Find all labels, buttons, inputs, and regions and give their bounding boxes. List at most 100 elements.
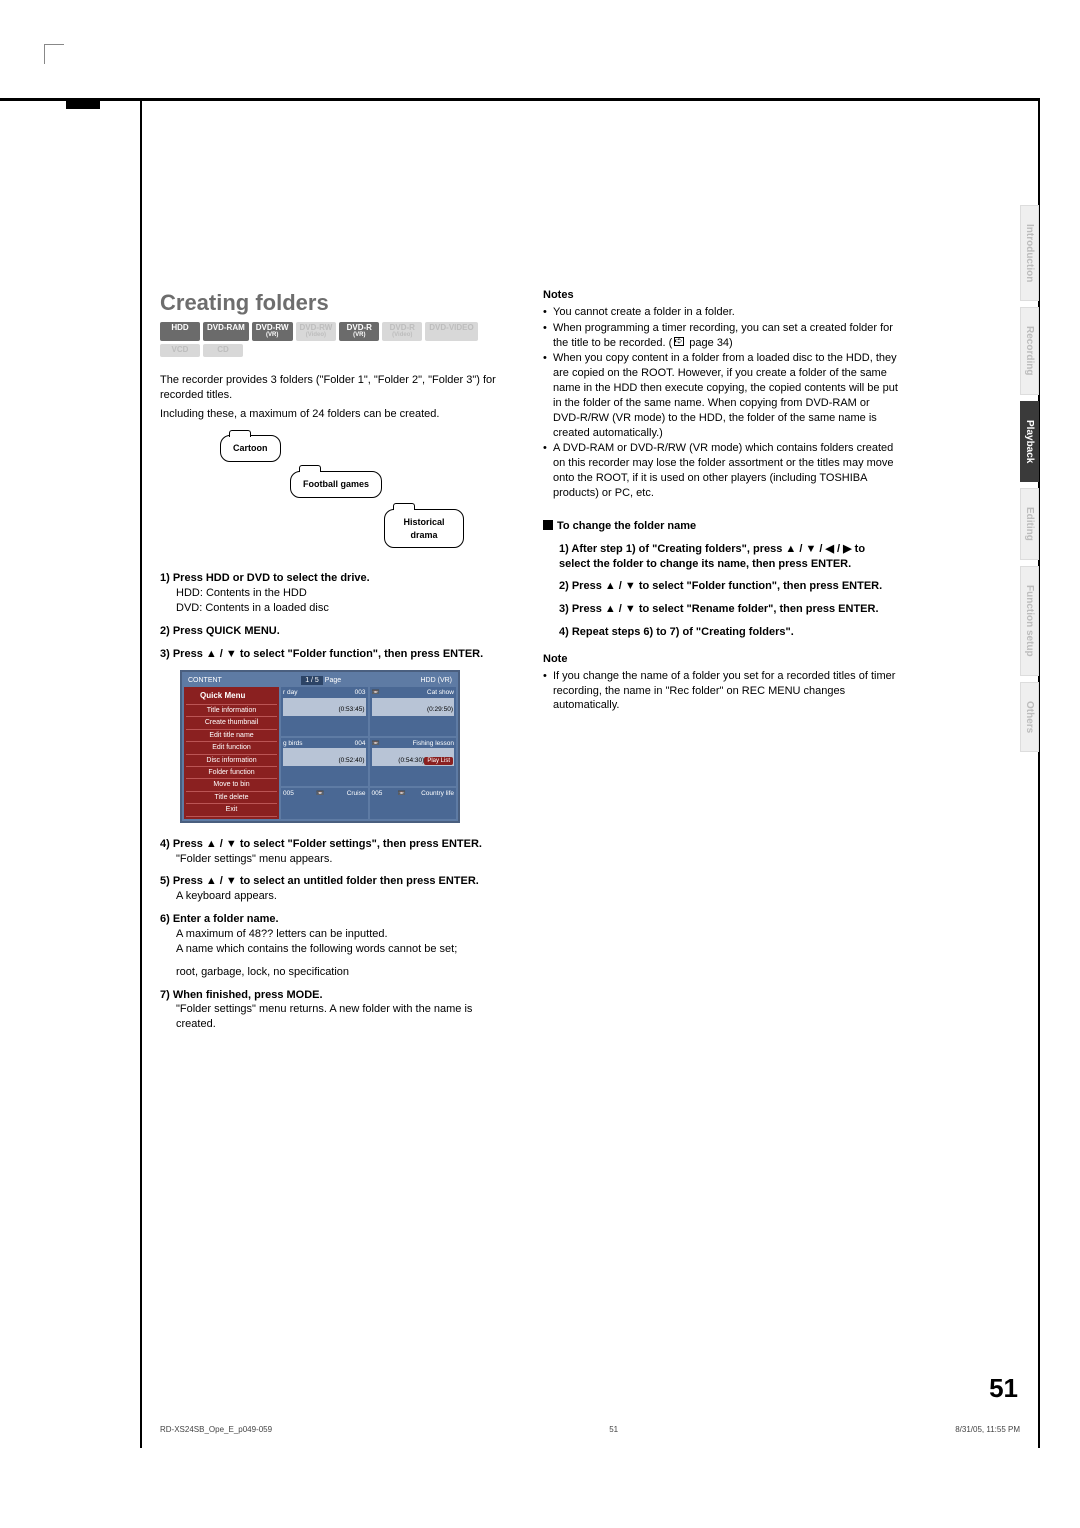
- osd-mode: HDD (VR): [421, 676, 453, 685]
- qm-item: Title information: [186, 705, 277, 717]
- tag-dvdrw-video: DVD-RW(Video): [296, 322, 337, 341]
- tag-cd: CD: [203, 344, 243, 357]
- note-item: •A DVD-RAM or DVD-R/RW (VR mode) which c…: [543, 441, 898, 500]
- note2-heading: Note: [543, 652, 898, 667]
- page-number: 51: [989, 1373, 1018, 1404]
- notes-heading: Notes: [543, 288, 898, 303]
- qm-item: Folder function: [186, 767, 277, 779]
- step-6-body: A maximum of 48?? letters can be inputte…: [160, 927, 515, 980]
- sub-step-4: 4) Repeat steps 6) to 7) of "Creating fo…: [543, 625, 898, 640]
- tile: r day003 (0:53:45): [281, 687, 368, 736]
- qm-item: Disc information: [186, 755, 277, 767]
- osd-content-label: CONTENT: [188, 676, 222, 685]
- footer-mid: 51: [609, 1425, 618, 1434]
- intro-line-1: The recorder provides 3 folders ("Folder…: [160, 373, 515, 403]
- tag-dvdrw-vr: DVD-RW(VR): [252, 322, 293, 341]
- tab-playback[interactable]: Playback: [1020, 401, 1039, 482]
- section-title: Creating folders: [160, 288, 515, 318]
- tile: 📼Fishing lesson (0:54:30) Play List: [370, 738, 457, 787]
- left-column: Creating folders HDD DVD-RAM DVD-RW(VR) …: [160, 288, 515, 1040]
- folder-football: Football games: [290, 471, 382, 497]
- quick-menu: Quick Menu Title information Create thum…: [184, 687, 279, 819]
- qm-item: Create thumbnail: [186, 717, 277, 729]
- folder-diagram: Cartoon Football games Historical drama: [160, 433, 515, 553]
- qm-item: Title delete: [186, 792, 277, 804]
- quick-menu-head: Quick Menu: [186, 689, 277, 705]
- qm-item: Exit: [186, 804, 277, 816]
- tag-dvdr-video: DVD-R(Video): [382, 322, 422, 341]
- osd-page-label: Page: [325, 677, 341, 684]
- notes-block: Notes •You cannot create a folder in a f…: [543, 288, 898, 501]
- step-3: 3) Press ▲ / ▼ to select "Folder functio…: [160, 647, 515, 662]
- note2-block: Note •If you change the name of a folder…: [543, 652, 898, 713]
- sub-step-3: 3) Press ▲ / ▼ to select "Rename folder"…: [543, 602, 898, 617]
- step-1-head: 1) Press HDD or DVD to select the drive.: [160, 572, 370, 584]
- tag-dvdram: DVD-RAM: [203, 322, 249, 341]
- steps-list: 1) Press HDD or DVD to select the drive.…: [160, 571, 515, 1032]
- osd-screenshot: CONTENT 1 / 5 Page HDD (VR) Quick Menu T…: [180, 670, 460, 823]
- tag-dvdvideo: DVD-VIDEO: [425, 322, 477, 341]
- footer: RD-XS24SB_Ope_E_p049-059 51 8/31/05, 11:…: [160, 1425, 1020, 1434]
- content-columns: Creating folders HDD DVD-RAM DVD-RW(VR) …: [142, 98, 1038, 1040]
- step-5: 5) Press ▲ / ▼ to select an untitled fol…: [160, 874, 515, 904]
- step-5-body: A keyboard appears.: [160, 889, 515, 904]
- folder-tab-icon: [229, 430, 251, 437]
- footer-right: 8/31/05, 11:55 PM: [955, 1425, 1020, 1434]
- tab-editing[interactable]: Editing: [1020, 488, 1039, 560]
- step-5-head: 5) Press ▲ / ▼ to select an untitled fol…: [160, 875, 479, 887]
- folder-cartoon: Cartoon: [220, 435, 281, 461]
- tile: 📼Cat show (0:29:50): [370, 687, 457, 736]
- step-2-head: 2) Press QUICK MENU.: [160, 625, 280, 637]
- tab-others[interactable]: Others: [1020, 682, 1039, 752]
- step-4: 4) Press ▲ / ▼ to select "Folder setting…: [160, 837, 515, 867]
- step-3-head: 3) Press ▲ / ▼ to select "Folder functio…: [160, 648, 483, 660]
- right-column: Notes •You cannot create a folder in a f…: [543, 288, 898, 1040]
- folder-historical: Historical drama: [384, 509, 464, 547]
- tab-recording[interactable]: Recording: [1020, 307, 1039, 394]
- osd-top-bar: CONTENT 1 / 5 Page HDD (VR): [184, 674, 456, 687]
- page-ref-arrow-icon: [674, 337, 684, 346]
- square-bullet-icon: [543, 520, 553, 530]
- note-item: •When programming a timer recording, you…: [543, 321, 898, 351]
- folder-tab-icon: [393, 503, 415, 510]
- step-1-body: HDD: Contents in the HDD DVD: Contents i…: [160, 586, 515, 616]
- osd-page-num: 1 / 5: [301, 676, 323, 685]
- tab-function-setup[interactable]: Function setup: [1020, 566, 1039, 676]
- page-frame: Creating folders HDD DVD-RAM DVD-RW(VR) …: [140, 98, 1040, 1448]
- intro-text: The recorder provides 3 folders ("Folder…: [160, 373, 515, 422]
- tag-dvdr-vr: DVD-R(VR): [339, 322, 379, 341]
- tile: 005📼Cruise: [281, 788, 368, 819]
- crop-mark: [44, 44, 64, 64]
- step-1: 1) Press HDD or DVD to select the drive.…: [160, 571, 515, 616]
- step-7: 7) When finished, press MODE. "Folder se…: [160, 988, 515, 1033]
- intro-line-2: Including these, a maximum of 24 folders…: [160, 407, 515, 422]
- sub-step-1: 1) After step 1) of "Creating folders", …: [543, 542, 898, 572]
- qm-item: Edit title name: [186, 730, 277, 742]
- step-6-head: 6) Enter a folder name.: [160, 913, 279, 925]
- note2-item: •If you change the name of a folder you …: [543, 669, 898, 714]
- subsection-heading: To change the folder name: [543, 519, 898, 534]
- note-item: •You cannot create a folder in a folder.: [543, 305, 898, 320]
- step-7-head: 7) When finished, press MODE.: [160, 989, 323, 1001]
- sub-step-2: 2) Press ▲ / ▼ to select "Folder functio…: [543, 579, 898, 594]
- tag-hdd: HDD: [160, 322, 200, 341]
- osd-body: Quick Menu Title information Create thum…: [184, 687, 456, 819]
- qm-item: Edit function: [186, 742, 277, 754]
- note-item: •When you copy content in a folder from …: [543, 351, 898, 440]
- step-7-body: "Folder settings" menu returns. A new fo…: [160, 1002, 515, 1032]
- tile: g birds004 (0:52:40): [281, 738, 368, 787]
- tile: 005📼Country life: [370, 788, 457, 819]
- osd-tiles: r day003 (0:53:45) 📼Cat show (0:29:50) g…: [281, 687, 456, 819]
- step-6: 6) Enter a folder name. A maximum of 48?…: [160, 912, 515, 979]
- side-tabs: Introduction Recording Playback Editing …: [1020, 205, 1040, 758]
- tag-vcd: VCD: [160, 344, 200, 357]
- tab-introduction[interactable]: Introduction: [1020, 205, 1039, 301]
- folder-tab-icon: [299, 465, 321, 472]
- qm-item: Move to bin: [186, 779, 277, 791]
- footer-left: RD-XS24SB_Ope_E_p049-059: [160, 1425, 272, 1434]
- top-notch: [66, 98, 100, 109]
- step-4-head: 4) Press ▲ / ▼ to select "Folder setting…: [160, 838, 482, 850]
- step-2: 2) Press QUICK MENU.: [160, 624, 515, 639]
- disc-tags-row: HDD DVD-RAM DVD-RW(VR) DVD-RW(Video) DVD…: [160, 322, 515, 357]
- step-4-body: "Folder settings" menu appears.: [160, 852, 515, 867]
